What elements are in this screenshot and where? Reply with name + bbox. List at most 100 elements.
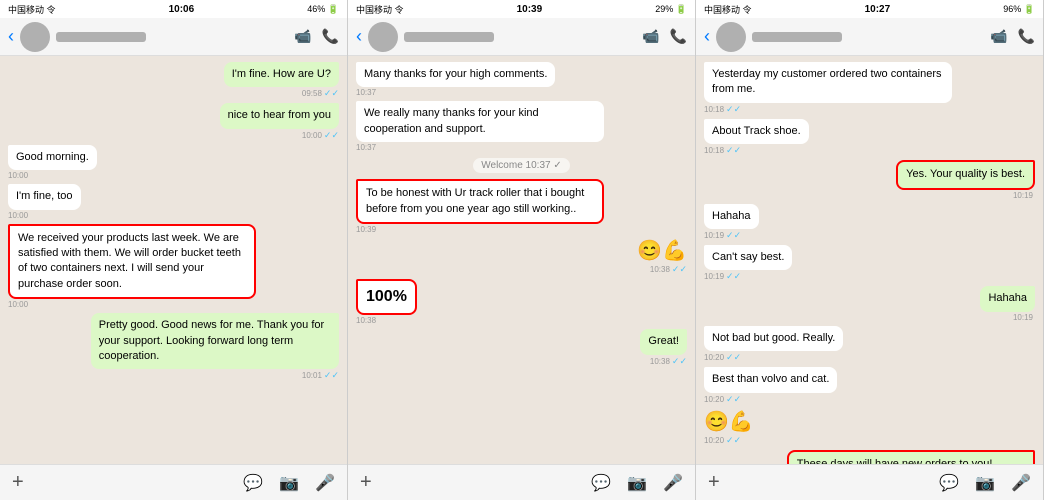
message-7: Best than volvo and cat. 10:20✓✓ — [704, 367, 837, 404]
message-time: 10:38 — [356, 316, 378, 325]
status-left: 中国移动 令 — [8, 3, 56, 16]
contact-name-area — [752, 32, 984, 42]
status-right: 96% 🔋 — [1003, 4, 1035, 15]
message-bubble: nice to hear from you — [220, 103, 339, 128]
plus-button[interactable]: + — [708, 471, 720, 494]
message-bubble: We received your products last week. We … — [8, 224, 256, 300]
message-bubble: Best than volvo and cat. — [704, 367, 837, 392]
message-bubble: About Track shoe. — [704, 119, 809, 144]
message-3: To be honest with Ur track roller that i… — [356, 179, 604, 234]
message-1: nice to hear from you10:00✓✓ — [220, 103, 339, 140]
video-icon[interactable]: 📹 — [294, 28, 311, 45]
avatar — [20, 22, 50, 52]
message-2: Good morning.10:00 — [8, 145, 97, 180]
contact-name — [752, 32, 842, 42]
message-bubble: Pretty good. Good news for me. Thank you… — [91, 313, 339, 369]
message-time: 10:18✓✓ — [704, 145, 741, 156]
message-8: 😊💪10:20✓✓ — [704, 409, 754, 446]
chat-footer: + 💬 📷 🎤 — [348, 464, 695, 500]
message-time: 10:19 — [1013, 313, 1035, 322]
mic-icon[interactable]: 🎤 — [315, 473, 335, 493]
avatar — [368, 22, 398, 52]
message-1: About Track shoe.10:18✓✓ — [704, 119, 809, 156]
message-6: Not bad but good. Really.10:20✓✓ — [704, 326, 843, 363]
message-time: 10:19 — [1013, 191, 1035, 200]
percent-bubble: 100% — [356, 279, 417, 315]
video-icon[interactable]: 📹 — [642, 28, 659, 45]
message-bubble: Can't say best. — [704, 245, 792, 270]
message-bubble: These days will have new orders to you! … — [787, 450, 1035, 464]
call-icon[interactable]: 📞 — [322, 28, 339, 45]
message-bubble: Yesterday my customer ordered two contai… — [704, 62, 952, 103]
message-time: 10:01✓✓ — [302, 370, 339, 381]
message-time: 09:58✓✓ — [302, 88, 339, 99]
message-time: 10:20✓✓ — [704, 394, 741, 405]
status-right: 46% 🔋 — [307, 4, 339, 15]
back-button[interactable]: ‹ — [356, 26, 362, 47]
footer-icons: 💬 📷 🎤 — [939, 473, 1031, 493]
message-0: I'm fine. How are U?09:58✓✓ — [224, 62, 339, 99]
message-time: 10:38✓✓ — [650, 264, 687, 275]
chat-body: Yesterday my customer ordered two contai… — [696, 56, 1043, 464]
chat-body: Many thanks for your high comments.10:37… — [348, 56, 695, 464]
message-bubble: I'm fine, too — [8, 184, 81, 209]
chat-header: ‹ 📹 📞 — [348, 18, 695, 56]
message-bubble: Good morning. — [8, 145, 97, 170]
camera-icon[interactable]: 📷 — [279, 473, 299, 493]
message-5: Pretty good. Good news for me. Thank you… — [91, 313, 339, 381]
plus-button[interactable]: + — [360, 471, 372, 494]
message-9: These days will have new orders to you! … — [787, 450, 1035, 464]
message-time: 10:19✓✓ — [704, 230, 741, 241]
back-button[interactable]: ‹ — [704, 26, 710, 47]
message-bubble: Many thanks for your high comments. — [356, 62, 555, 87]
message-time: 10:39 — [356, 225, 378, 234]
message-4: 😊💪10:38✓✓ — [637, 238, 687, 275]
mic-icon[interactable]: 🎤 — [663, 473, 683, 493]
chat-body: I'm fine. How are U?09:58✓✓ nice to hear … — [0, 56, 347, 464]
chat-icon[interactable]: 💬 — [243, 473, 263, 493]
message-bubble: We really many thanks for your kind coop… — [356, 101, 604, 142]
message-bubble: To be honest with Ur track roller that i… — [356, 179, 604, 224]
status-bar: 中国移动 令 10:27 96% 🔋 — [696, 0, 1043, 18]
mic-icon[interactable]: 🎤 — [1011, 473, 1031, 493]
status-right: 29% 🔋 — [655, 4, 687, 15]
status-time: 10:39 — [517, 4, 543, 15]
status-bar: 中国移动 令 10:39 29% 🔋 — [348, 0, 695, 18]
header-icons: 📹 📞 — [990, 28, 1035, 45]
message-time: 10:37 — [356, 88, 378, 97]
header-icons: 📹 📞 — [294, 28, 339, 45]
message-time: 10:18✓✓ — [704, 104, 741, 115]
status-bar: 中国移动 令 10:06 46% 🔋 — [0, 0, 347, 18]
message-time: 10:37 — [356, 143, 378, 152]
video-icon[interactable]: 📹 — [990, 28, 1007, 45]
phone-panel-panel1: 中国移动 令 10:06 46% 🔋 ‹ 📹 📞 I'm fine. How a… — [0, 0, 348, 500]
call-icon[interactable]: 📞 — [670, 28, 687, 45]
contact-name-area — [56, 32, 288, 42]
message-bubble: Yes. Your quality is best. — [896, 160, 1035, 189]
phone-panel-panel2: 中国移动 令 10:39 29% 🔋 ‹ 📹 📞 Many thanks for… — [348, 0, 696, 500]
message-5: 100%10:38 — [356, 279, 417, 325]
status-time: 10:06 — [169, 4, 195, 15]
message-bubble: I'm fine. How are U? — [224, 62, 339, 87]
chat-header: ‹ 📹 📞 — [696, 18, 1043, 56]
status-time: 10:27 — [865, 4, 891, 15]
emoji-message: 😊💪 — [704, 409, 754, 434]
call-icon[interactable]: 📞 — [1018, 28, 1035, 45]
camera-icon[interactable]: 📷 — [627, 473, 647, 493]
chat-icon[interactable]: 💬 — [939, 473, 959, 493]
contact-name-area — [404, 32, 636, 42]
contact-name — [404, 32, 494, 42]
footer-icons: 💬 📷 🎤 — [591, 473, 683, 493]
chat-footer: + 💬 📷 🎤 — [696, 464, 1043, 500]
message-0: Yesterday my customer ordered two contai… — [704, 62, 952, 115]
chat-icon[interactable]: 💬 — [591, 473, 611, 493]
back-button[interactable]: ‹ — [8, 26, 14, 47]
welcome-label: Welcome 10:37 ✓ — [473, 158, 569, 173]
message-3: I'm fine, too 10:00 — [8, 184, 81, 219]
plus-button[interactable]: + — [12, 471, 24, 494]
camera-icon[interactable]: 📷 — [975, 473, 995, 493]
chat-header: ‹ 📹 📞 — [0, 18, 347, 56]
message-time: 10:00 — [8, 211, 30, 220]
message-3: Hahaha10:19✓✓ — [704, 204, 759, 241]
message-time: 10:19✓✓ — [704, 271, 741, 282]
